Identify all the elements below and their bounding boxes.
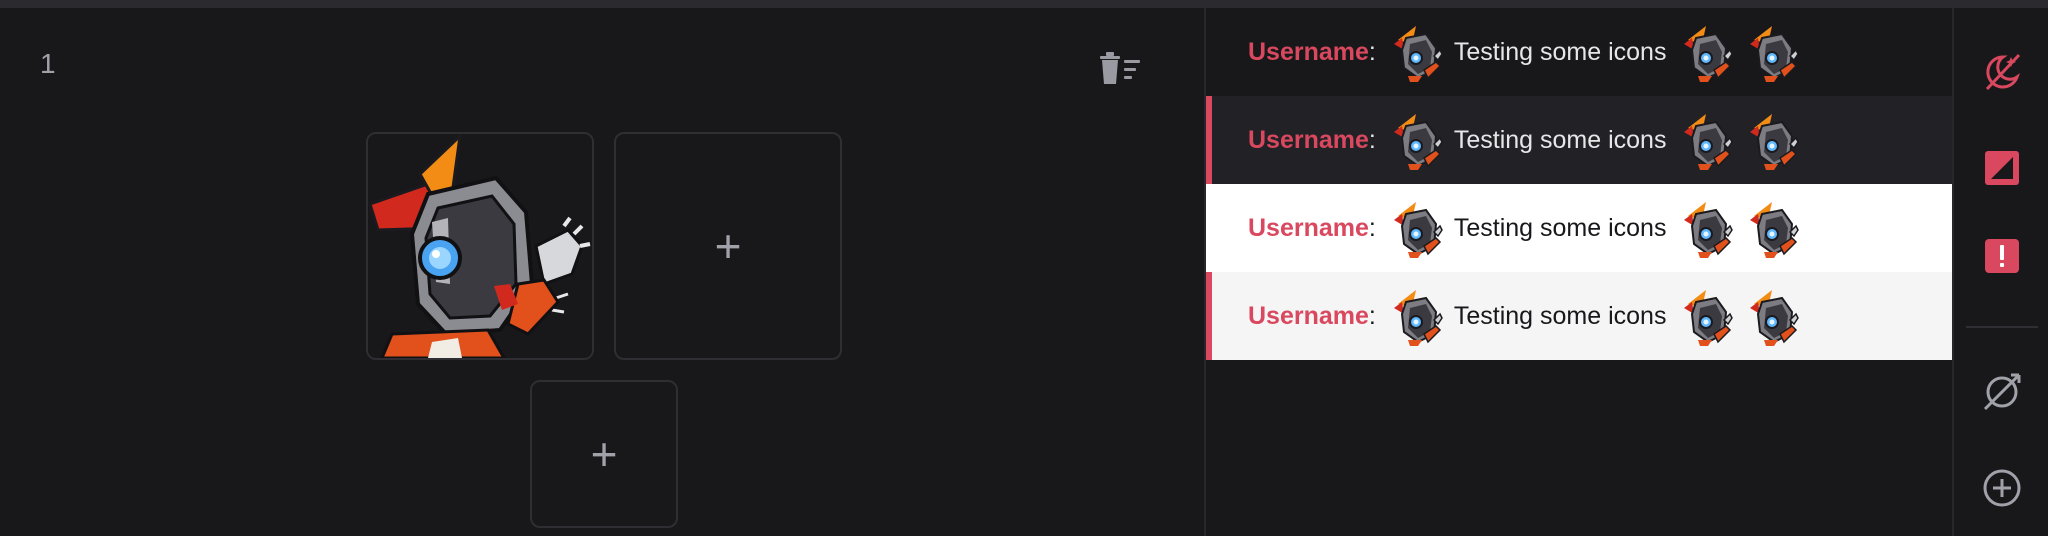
chat-message: Testing some icons [1453, 301, 1667, 330]
chat-preview-row-light: Username : Testing some icons [1206, 184, 1952, 272]
chat-preview-row-light-highlighted: Username : Testing some icons [1206, 272, 1952, 360]
theme-contrast-icon [1985, 151, 2019, 185]
username: Username [1248, 125, 1369, 154]
username-separator: : [1368, 213, 1376, 242]
emote-icon [1749, 289, 1800, 346]
add-slot-label: + [714, 220, 742, 272]
chat-preview-row-dark-highlighted: Username : Testing some icons [1206, 96, 1952, 184]
emote-icon [1392, 113, 1443, 170]
emote-icon [1392, 25, 1443, 82]
chat-message: Testing some icons [1453, 213, 1667, 242]
username: Username [1248, 301, 1369, 330]
emote-icon [1749, 25, 1800, 82]
chat-message: Testing some icons [1453, 125, 1667, 154]
emote-icon [1392, 201, 1443, 258]
add-slot-label: + [590, 428, 618, 480]
username-separator: : [1368, 125, 1376, 154]
clear-all-button[interactable] [1096, 44, 1144, 92]
chat-message: Testing some icons [1453, 37, 1667, 66]
add-emote-slot-large[interactable]: + [614, 132, 842, 360]
emote-icon [1749, 201, 1800, 258]
alert-icon [1985, 239, 2019, 273]
toggle-highlight-button[interactable] [1980, 234, 2024, 278]
animation-off-icon [1985, 53, 2021, 91]
highlight-bar [1206, 96, 1212, 184]
chat-preview: Username : Testing some icons Username :… [1206, 8, 1952, 360]
add-emote-slot-small[interactable]: + [530, 380, 678, 528]
username-separator: : [1368, 37, 1376, 66]
emote-icon [1392, 289, 1443, 346]
toggle-animation-button[interactable] [1980, 50, 2024, 94]
emote-icon [1749, 113, 1800, 170]
emote-icon [1683, 201, 1734, 258]
username: Username [1248, 37, 1369, 66]
toggle-visibility-button[interactable] [1980, 370, 2024, 414]
top-bar [0, 0, 2048, 8]
emote-image [368, 134, 592, 358]
username: Username [1248, 213, 1369, 242]
emote-icon [1683, 25, 1734, 82]
username-separator: : [1368, 301, 1376, 330]
toolbar-separator [1966, 326, 2038, 328]
delete-sweep-icon [1100, 52, 1140, 84]
highlight-bar [1206, 272, 1212, 360]
emote-icon [1683, 113, 1734, 170]
add-circle-icon [1983, 469, 2021, 507]
chat-preview-row-dark: Username : Testing some icons [1206, 8, 1952, 96]
toggle-theme-button[interactable] [1980, 146, 2024, 190]
emote-icon [1683, 289, 1734, 346]
emote-slot-filled[interactable] [366, 132, 594, 360]
add-preview-button[interactable] [1980, 466, 2024, 510]
visibility-off-icon [1983, 373, 2021, 411]
slot-index: 1 [40, 48, 56, 79]
emote-editor-panel: 1 + + [0, 8, 1204, 536]
preview-toolbar [1952, 8, 2048, 536]
